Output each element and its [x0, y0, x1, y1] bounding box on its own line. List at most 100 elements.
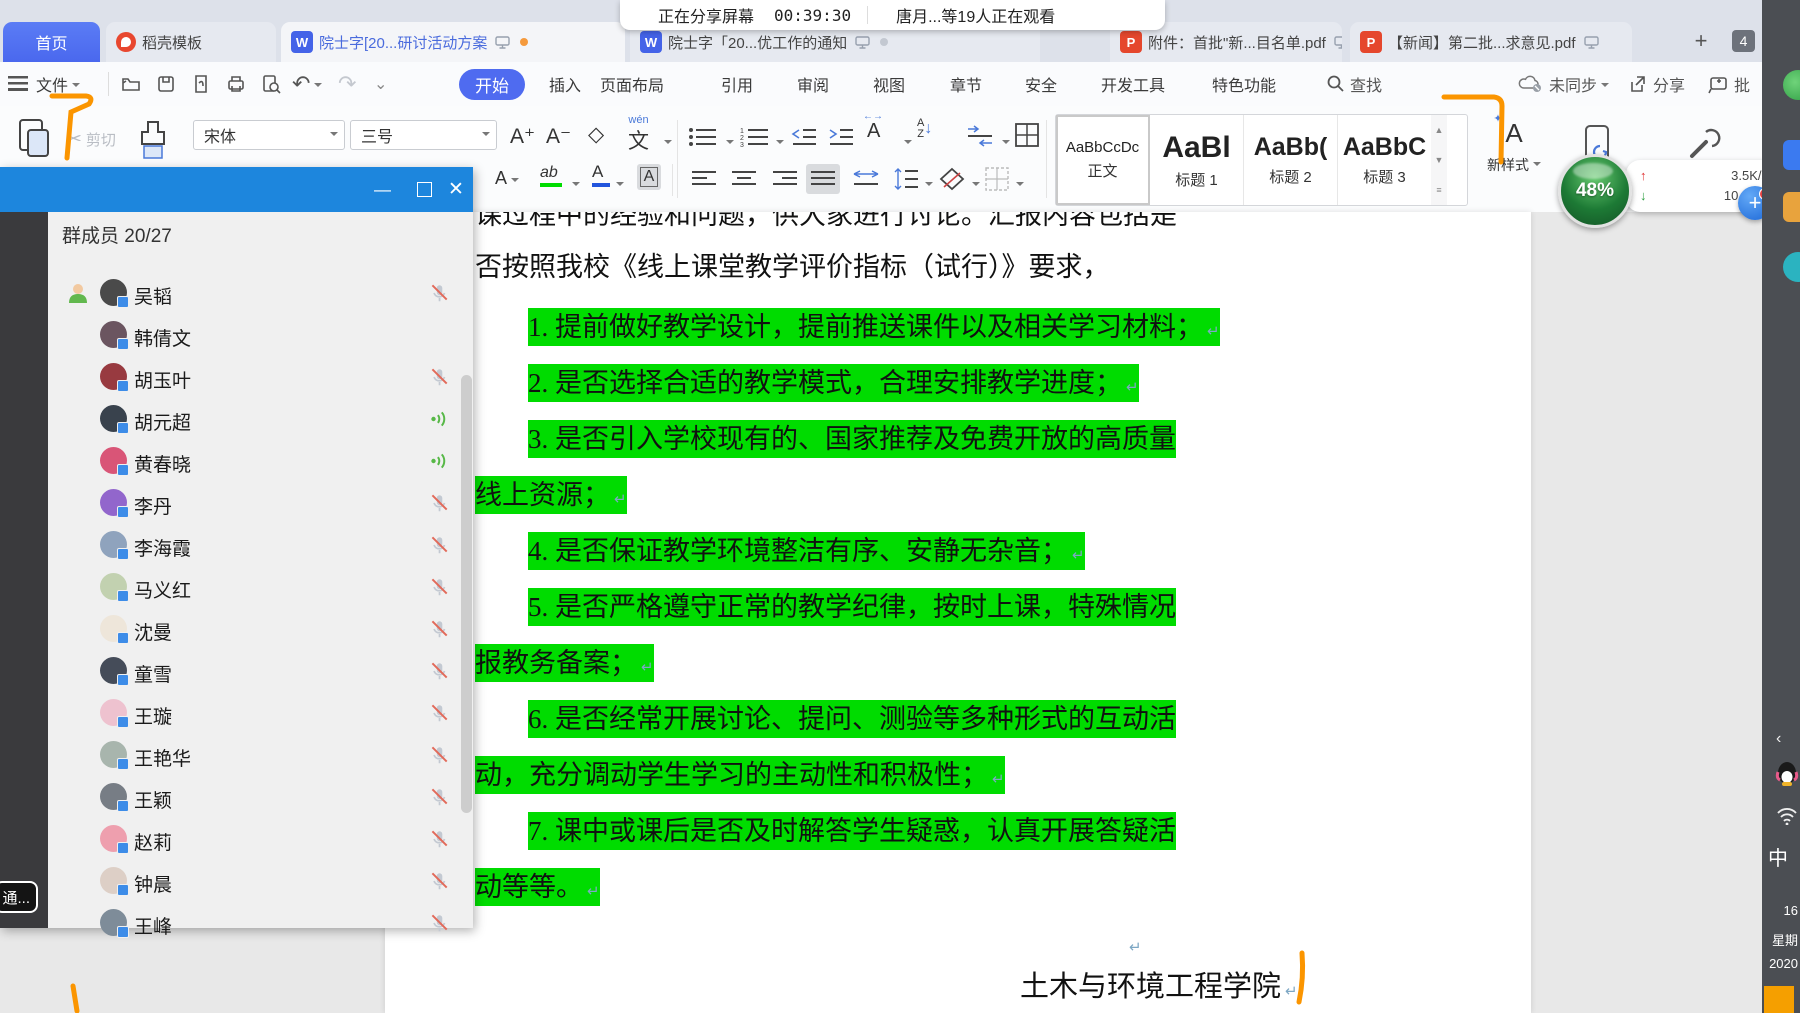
tab-document-active[interactable]: W 院士字[20...研讨活动方案 [281, 22, 625, 62]
mic-muted-icon[interactable] [428, 534, 450, 556]
net-monitor-ball[interactable]: 48% [1558, 154, 1632, 228]
member-row[interactable]: 王颖 [48, 778, 473, 816]
align-right-icon[interactable] [773, 170, 797, 188]
grow-font-button[interactable]: A⁺ [510, 124, 535, 149]
line-spacing-icon[interactable] [893, 166, 919, 192]
save-icon[interactable] [155, 73, 177, 95]
sort-icon[interactable]: AZ ↓ [917, 118, 932, 140]
clock-weekday[interactable]: 星期 [1762, 930, 1800, 949]
comment-button[interactable]: 批 [1708, 62, 1750, 106]
justify-icon[interactable] [811, 170, 835, 188]
tab-home[interactable]: 首页 [3, 22, 100, 62]
member-row[interactable]: 胡元超 [48, 400, 473, 438]
menu-tab-insert[interactable]: 插入 [549, 62, 581, 106]
hidden-icons-chevron[interactable]: ‹ [1776, 730, 1781, 748]
menu-tab-features[interactable]: 特色功能 [1212, 62, 1276, 106]
font-family-select[interactable]: 宋体 [193, 120, 345, 150]
member-row[interactable]: 胡玉叶 [48, 358, 473, 396]
notification-mini-tab[interactable]: 通... [0, 881, 38, 913]
mic-speaking-icon[interactable] [428, 408, 450, 430]
borders-icon[interactable] [984, 166, 1010, 192]
taskbar-app-blue-icon[interactable] [1783, 140, 1800, 170]
mic-muted-icon[interactable] [428, 366, 450, 388]
tab-count-badge[interactable]: 4 [1732, 30, 1755, 52]
member-row[interactable]: 李丹 [48, 484, 473, 522]
taskbar-app-gold-icon[interactable] [1783, 192, 1800, 222]
font-size-select[interactable]: 三号 [350, 120, 497, 150]
wifi-icon[interactable] [1776, 805, 1798, 825]
mic-muted-icon[interactable] [428, 786, 450, 808]
menu-tab-start[interactable]: 开始 [459, 69, 525, 100]
repair-tool-icon[interactable] [1686, 126, 1722, 162]
new-tab-button[interactable]: + [1688, 28, 1714, 54]
undo-button[interactable]: ↶ [292, 62, 322, 106]
decrease-indent-icon[interactable] [791, 126, 817, 148]
new-style-button[interactable]: A 新样式 [1478, 118, 1550, 175]
bullet-list-icon[interactable] [688, 126, 718, 148]
clock-hour[interactable]: 16 [1762, 903, 1800, 918]
file-menu[interactable]: 文件 [36, 62, 80, 106]
member-row[interactable]: 沈曼 [48, 610, 473, 648]
taskbar-app-green-icon[interactable] [1783, 70, 1800, 100]
tab-pdf-2[interactable]: P 【新闻】第二批...求意见.pdf [1350, 22, 1632, 62]
mic-muted-icon[interactable] [428, 660, 450, 682]
style-heading1[interactable]: AaBl 标题 1 [1150, 115, 1244, 205]
member-row[interactable]: 黄春晓 [48, 442, 473, 480]
member-row[interactable]: 王峰 [48, 904, 473, 942]
mic-muted-icon[interactable] [428, 492, 450, 514]
menu-tab-security[interactable]: 安全 [1025, 62, 1057, 106]
align-center-icon[interactable] [732, 170, 756, 188]
mic-muted-icon[interactable] [428, 870, 450, 892]
style-heading3[interactable]: AaBbC 标题 3 [1338, 115, 1431, 205]
mic-muted-icon[interactable] [428, 618, 450, 640]
char-shading-button[interactable]: A [637, 164, 661, 190]
table-tool-icon[interactable] [1014, 122, 1040, 148]
print-icon[interactable] [225, 73, 247, 95]
menu-tab-dev-tools[interactable]: 开发工具 [1101, 62, 1165, 106]
mic-speaking-icon[interactable] [428, 450, 450, 472]
close-icon[interactable]: ✕ [448, 181, 464, 198]
highlight-color-button[interactable]: ab [540, 164, 562, 187]
member-row[interactable]: 李海霞 [48, 526, 473, 564]
align-left-icon[interactable] [692, 170, 716, 188]
minimize-icon[interactable]: — [374, 181, 391, 198]
menu-tab-section[interactable]: 章节 [950, 62, 982, 106]
paste-button[interactable] [14, 116, 54, 168]
phonetic-guide-button[interactable]: wén 文 [628, 116, 649, 155]
mic-muted-icon[interactable] [428, 702, 450, 724]
styles-gallery-scroll[interactable]: ▲▼≡ [1431, 115, 1447, 205]
pinyin-abc-icon[interactable]: A [495, 168, 519, 189]
qq-icon[interactable] [1774, 760, 1800, 788]
member-row[interactable]: 韩倩文 [48, 316, 473, 354]
clear-format-icon[interactable]: ◇ [588, 122, 604, 147]
mic-muted-icon[interactable] [428, 744, 450, 766]
taskbar-app-teal-icon[interactable] [1783, 252, 1800, 282]
style-normal[interactable]: AaBbCcDc 正文 [1056, 115, 1150, 205]
style-heading2[interactable]: AaBb( 标题 2 [1244, 115, 1338, 205]
mic-muted-icon[interactable] [428, 282, 450, 304]
member-row[interactable]: 王艳华 [48, 736, 473, 774]
menu-tab-page-layout[interactable]: 页面布局 [600, 62, 664, 106]
find-button[interactable]: 查找 [1326, 62, 1382, 106]
menu-tab-references[interactable]: 引用 [721, 62, 753, 106]
member-row[interactable]: 钟晨 [48, 862, 473, 900]
shading-icon[interactable] [938, 166, 966, 192]
paragraph-layout-icon[interactable] [966, 124, 998, 148]
panel-title-bar[interactable]: — ✕ [0, 167, 473, 212]
maximize-icon[interactable] [417, 182, 432, 197]
cut-button[interactable]: ✂ 剪切 [66, 128, 116, 151]
taskbar-app-orange-icon[interactable] [1764, 986, 1794, 1013]
mic-muted-icon[interactable] [428, 828, 450, 850]
mic-muted-icon[interactable] [428, 912, 450, 934]
clock-year[interactable]: 2020 [1762, 956, 1800, 971]
menu-tab-review[interactable]: 审阅 [797, 62, 829, 106]
sync-status-button[interactable]: 未同步 [1518, 62, 1609, 106]
increase-indent-icon[interactable] [828, 126, 854, 148]
panel-scrollbar[interactable] [461, 375, 472, 813]
font-color-button[interactable]: A [592, 162, 610, 187]
hamburger-icon[interactable] [8, 76, 28, 91]
share-button[interactable]: 分享 [1628, 62, 1685, 106]
mic-muted-icon[interactable] [428, 576, 450, 598]
open-file-icon[interactable] [120, 73, 142, 95]
export-pdf-icon[interactable] [190, 73, 212, 95]
